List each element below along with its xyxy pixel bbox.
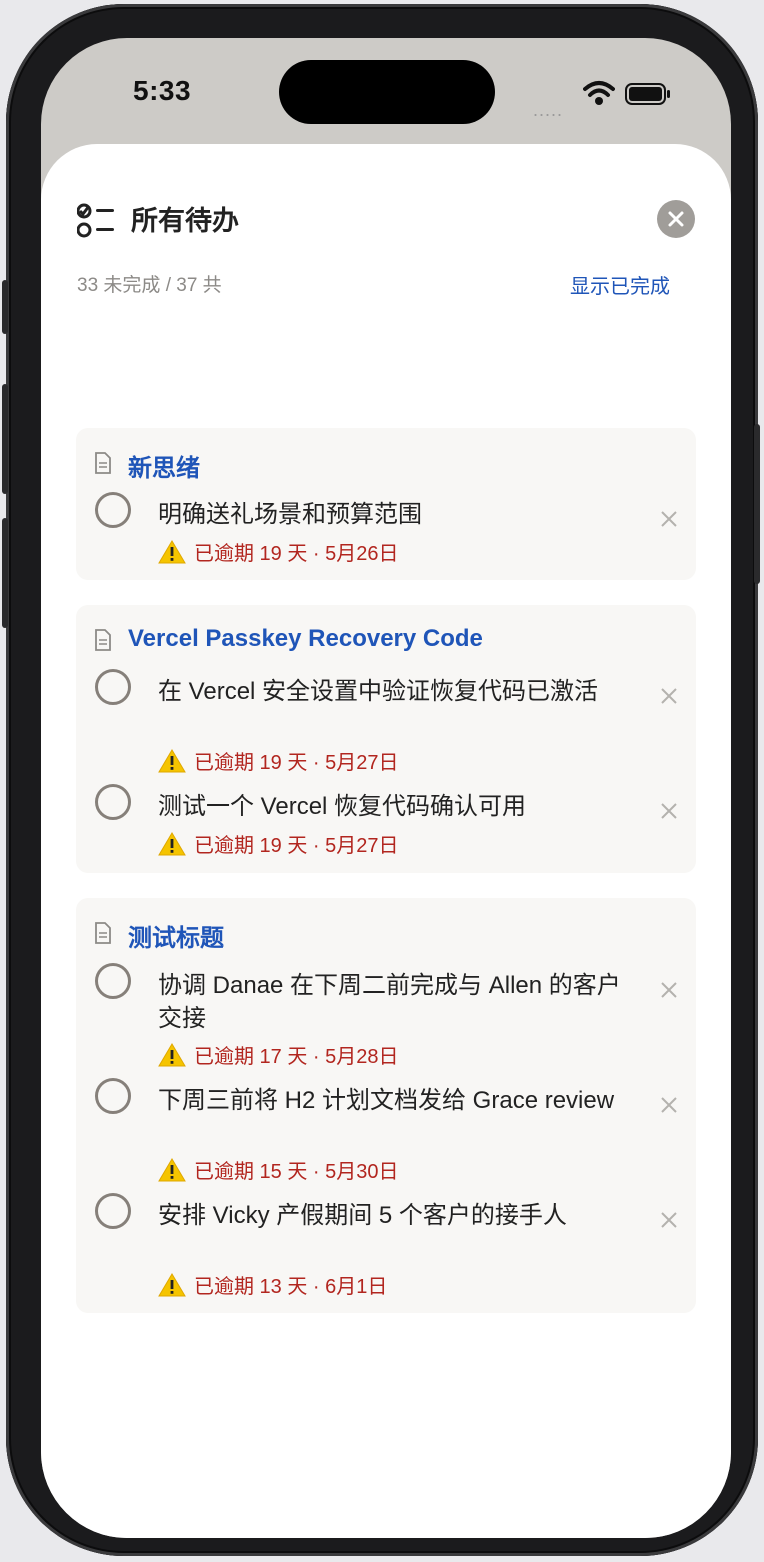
x-icon[interactable]	[660, 510, 678, 528]
task-group: 新思绪 明确送礼场景和预算范围 已逾期 19 天 · 5月26日	[76, 428, 696, 580]
volume-down-button	[2, 518, 8, 628]
group-title: Vercel Passkey Recovery Code	[128, 625, 483, 652]
x-icon[interactable]	[660, 1096, 678, 1114]
volume-up-button	[2, 384, 8, 494]
due-label: 已逾期 19 天 · 5月27日	[158, 746, 399, 775]
warning-icon	[158, 1043, 186, 1067]
group-title: 新思绪	[128, 455, 200, 482]
document-icon	[95, 922, 111, 944]
task-text[interactable]: 测试一个 Vercel 恢复代码确认可用	[158, 790, 628, 823]
task-text[interactable]: 协调 Danae 在下周二前完成与 Allen 的客户交接	[158, 969, 628, 1035]
close-icon	[668, 211, 684, 227]
due-label: 已逾期 13 天 · 6月1日	[158, 1270, 387, 1299]
x-icon[interactable]	[660, 1211, 678, 1229]
due-label: 已逾期 19 天 · 5月26日	[158, 537, 399, 566]
due-text: 已逾期 19 天 · 5月26日	[194, 543, 399, 565]
status-bar: 5:33 .....	[41, 38, 731, 138]
warning-icon	[158, 1158, 186, 1182]
due-text: 已逾期 13 天 · 6月1日	[194, 1276, 388, 1298]
group-header[interactable]: 测试标题	[94, 916, 684, 952]
due-text: 已逾期 17 天 · 5月28日	[194, 1046, 399, 1068]
circle-checkbox-icon[interactable]	[95, 492, 131, 528]
dynamic-island	[279, 60, 495, 124]
task-text[interactable]: 明确送礼场景和预算范围	[158, 498, 628, 531]
header: 所有待办	[77, 199, 697, 243]
page-title: 所有待办	[131, 206, 239, 236]
circle-checkbox-icon[interactable]	[95, 669, 131, 705]
warning-icon	[158, 749, 186, 773]
screen: 5:33 ..... 所有待办 33 未完成 / 37 共 显示已完成 新思绪 …	[41, 38, 731, 1538]
show-completed-button[interactable]: 显示已完成	[570, 270, 670, 299]
circle-checkbox-icon[interactable]	[95, 963, 131, 999]
x-icon[interactable]	[660, 687, 678, 705]
due-label: 已逾期 17 天 · 5月28日	[158, 1040, 399, 1069]
warning-icon	[158, 540, 186, 564]
task-text[interactable]: 在 Vercel 安全设置中验证恢复代码已激活	[158, 675, 628, 708]
completion-summary: 33 未完成 / 37 共	[77, 275, 222, 296]
due-text: 已逾期 15 天 · 5月30日	[194, 1161, 399, 1183]
document-icon	[95, 629, 111, 651]
due-text: 已逾期 19 天 · 5月27日	[194, 752, 399, 774]
task-group: Vercel Passkey Recovery Code 在 Vercel 安全…	[76, 605, 696, 873]
task-text[interactable]: 下周三前将 H2 计划文档发给 Grace review	[158, 1084, 628, 1117]
wifi-icon	[583, 81, 615, 105]
circle-checkbox-icon[interactable]	[95, 1078, 131, 1114]
x-icon[interactable]	[660, 981, 678, 999]
circle-checkbox-icon[interactable]	[95, 1193, 131, 1229]
close-button[interactable]	[657, 200, 695, 238]
group-header[interactable]: 新思绪	[94, 446, 684, 482]
warning-icon	[158, 1273, 186, 1297]
phone-frame: 5:33 ..... 所有待办 33 未完成 / 37 共 显示已完成 新思绪 …	[2, 4, 760, 1556]
signal-icon: .....	[533, 100, 564, 120]
checklist-icon	[77, 203, 114, 238]
x-icon[interactable]	[660, 802, 678, 820]
task-group: 测试标题 协调 Danae 在下周二前完成与 Allen 的客户交接 已逾期 1…	[76, 898, 696, 1313]
group-title: 测试标题	[128, 925, 224, 952]
due-label: 已逾期 19 天 · 5月27日	[158, 829, 399, 858]
power-button	[754, 424, 760, 584]
group-header[interactable]: Vercel Passkey Recovery Code	[94, 623, 684, 657]
status-time: 5:33	[133, 75, 192, 106]
action-button	[2, 280, 8, 334]
battery-icon	[625, 83, 670, 105]
due-text: 已逾期 19 天 · 5月27日	[194, 835, 399, 857]
document-icon	[95, 452, 111, 474]
due-label: 已逾期 15 天 · 5月30日	[158, 1155, 399, 1184]
task-text[interactable]: 安排 Vicky 产假期间 5 个客户的接手人	[158, 1199, 628, 1232]
warning-icon	[158, 832, 186, 856]
circle-checkbox-icon[interactable]	[95, 784, 131, 820]
